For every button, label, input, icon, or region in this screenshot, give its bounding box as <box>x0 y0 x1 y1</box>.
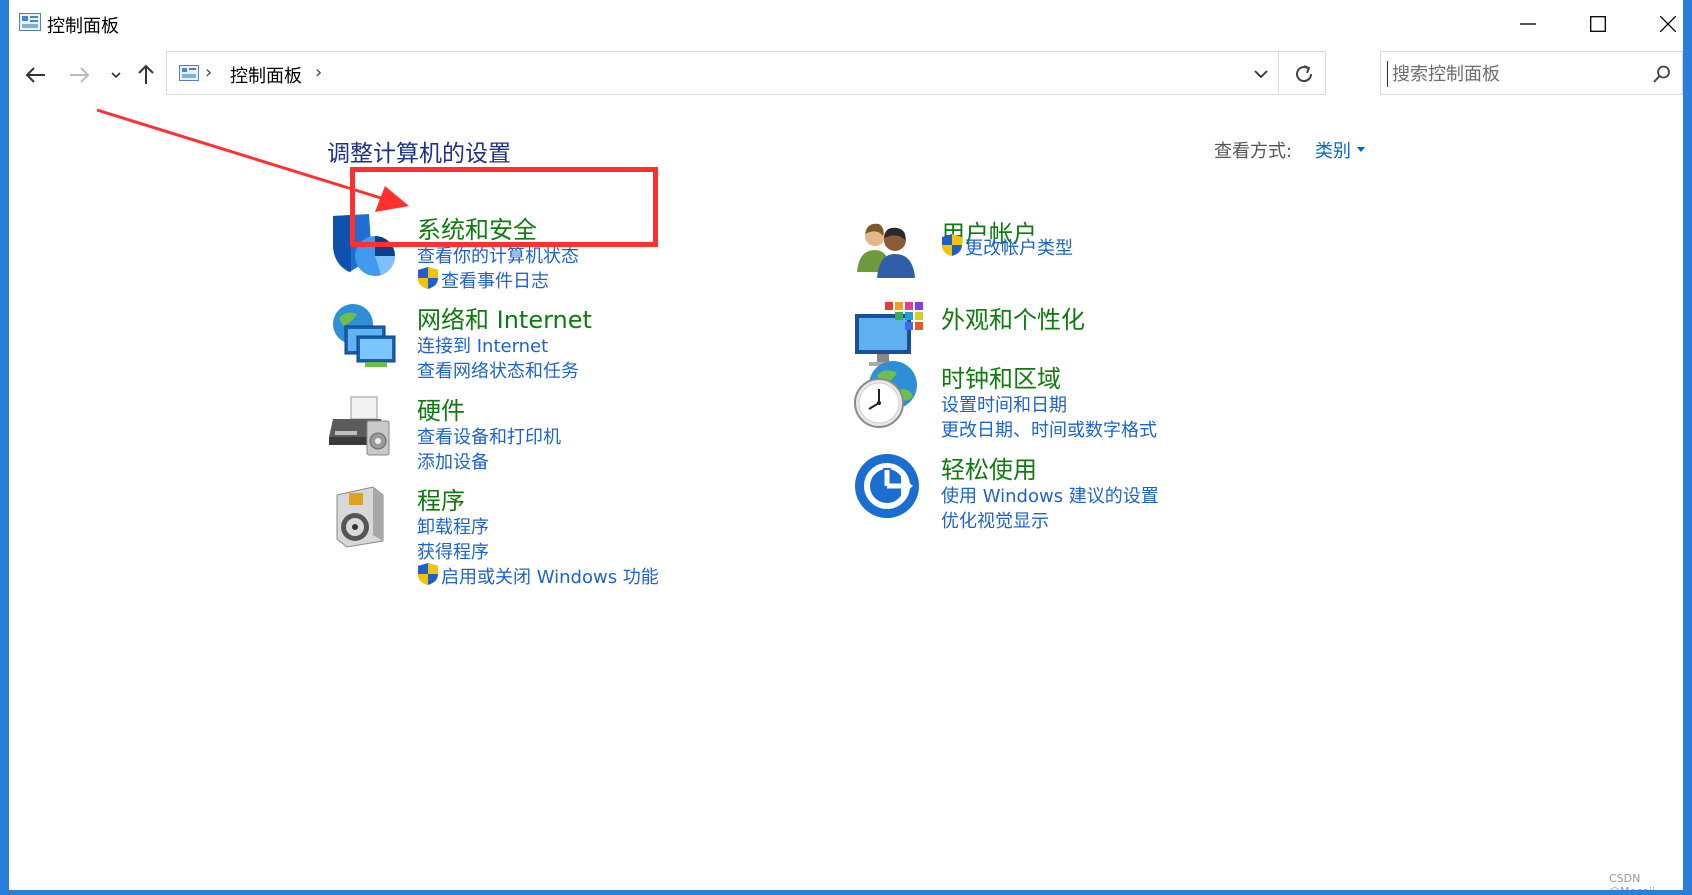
control-panel-location-icon <box>179 65 199 81</box>
category-title-hardware[interactable]: 硬件 <box>417 391 465 426</box>
recent-locations-chevron-icon[interactable] <box>109 62 123 88</box>
link-set-time-date[interactable]: 设置时间和日期 <box>941 391 1067 417</box>
user-accounts-icon[interactable] <box>851 214 923 286</box>
refresh-icon[interactable] <box>1291 61 1317 87</box>
link-view-network-status[interactable]: 查看网络状态和任务 <box>417 357 579 383</box>
close-icon <box>1660 16 1676 32</box>
category-title-appearance[interactable]: 外观和个性化 <box>941 300 1085 335</box>
breadcrumb-chevron-icon[interactable]: › <box>205 62 212 83</box>
up-arrow-icon[interactable] <box>133 62 159 88</box>
title-bar: 控制面板 <box>9 0 1683 50</box>
category-hardware: 硬件 查看设备和打印机 添加设备 <box>327 391 707 474</box>
close-button[interactable] <box>1633 0 1683 50</box>
view-by-dropdown[interactable]: 类别 <box>1315 137 1351 163</box>
category-user-accounts: 用户帐户 更改帐户类型 <box>851 214 1231 278</box>
link-view-devices-printers[interactable]: 查看设备和打印机 <box>417 423 561 449</box>
category-title-clock-region[interactable]: 时钟和区域 <box>941 359 1061 394</box>
category-programs: 程序 卸载程序 获得程序 启用或关闭 Windows 功能 <box>327 481 707 589</box>
search-input[interactable] <box>1387 61 1644 87</box>
category-system-security: 系统和安全 查看你的计算机状态 查看事件日志 <box>327 210 707 293</box>
address-bar[interactable]: › 控制面板 › <box>166 51 1326 95</box>
link-view-event-logs[interactable]: 查看事件日志 <box>441 267 549 293</box>
minimize-button[interactable] <box>1493 0 1563 50</box>
control-panel-window: 控制面板 › 控制面板 › 搜索控制面板 调整计算机的设置 查看方式: 类别 系… <box>9 0 1683 890</box>
address-dropdown-chevron-icon[interactable] <box>1251 64 1271 84</box>
link-connect-internet[interactable]: 连接到 Internet <box>417 332 548 358</box>
maximize-icon <box>1590 16 1606 32</box>
network-internet-icon[interactable] <box>327 300 399 372</box>
maximize-button[interactable] <box>1563 0 1633 50</box>
programs-icon[interactable] <box>327 481 399 553</box>
back-arrow-icon[interactable] <box>23 62 49 88</box>
address-divider <box>1278 52 1279 94</box>
breadcrumb-chevron-icon[interactable]: › <box>315 62 322 83</box>
system-security-icon[interactable] <box>327 210 399 282</box>
search-icon[interactable] <box>1652 64 1672 84</box>
category-title-programs[interactable]: 程序 <box>417 481 465 516</box>
view-by-label: 查看方式: <box>1214 141 1293 162</box>
view-by-caret-icon[interactable] <box>1357 147 1365 152</box>
category-title-ease-of-access[interactable]: 轻松使用 <box>941 450 1037 485</box>
forward-arrow-icon[interactable] <box>66 62 92 88</box>
minimize-icon <box>1520 23 1536 25</box>
link-windows-features[interactable]: 启用或关闭 Windows 功能 <box>441 563 659 589</box>
search-box[interactable] <box>1380 51 1683 95</box>
clock-region-icon[interactable] <box>851 359 923 431</box>
category-title-system-security[interactable]: 系统和安全 <box>417 210 537 245</box>
category-network-internet: 网络和 Internet 连接到 Internet 查看网络状态和任务 <box>327 300 707 383</box>
breadcrumb-control-panel[interactable]: 控制面板 <box>230 62 302 88</box>
link-view-computer-status[interactable]: 查看你的计算机状态 <box>417 242 579 268</box>
uac-shield-icon <box>418 563 438 585</box>
link-optimize-visual-display[interactable]: 优化视觉显示 <box>941 507 1049 533</box>
category-clock-region: 时钟和区域 设置时间和日期 更改日期、时间或数字格式 <box>851 359 1231 442</box>
uac-shield-icon <box>418 267 438 289</box>
link-get-programs[interactable]: 获得程序 <box>417 538 489 564</box>
window-title: 控制面板 <box>47 16 119 37</box>
link-uninstall-program[interactable]: 卸载程序 <box>417 513 489 539</box>
link-change-formats[interactable]: 更改日期、时间或数字格式 <box>941 416 1157 442</box>
category-title-network-internet[interactable]: 网络和 Internet <box>417 300 592 335</box>
link-add-device[interactable]: 添加设备 <box>417 448 489 474</box>
uac-shield-icon <box>942 234 962 256</box>
category-ease-of-access: 轻松使用 使用 Windows 建议的设置 优化视觉显示 <box>851 450 1231 533</box>
hardware-printer-icon[interactable] <box>327 391 399 463</box>
ease-of-access-icon[interactable] <box>851 450 923 522</box>
page-heading: 调整计算机的设置 <box>327 141 511 167</box>
navigation-bar: › 控制面板 › <box>9 50 1683 100</box>
category-appearance: 外观和个性化 <box>851 300 1231 366</box>
control-panel-app-icon <box>19 13 41 31</box>
link-windows-recommended-settings[interactable]: 使用 Windows 建议的设置 <box>941 482 1159 508</box>
watermark: CSDN @Mecojj <box>1609 872 1655 890</box>
link-change-account-type[interactable]: 更改帐户类型 <box>965 234 1073 260</box>
